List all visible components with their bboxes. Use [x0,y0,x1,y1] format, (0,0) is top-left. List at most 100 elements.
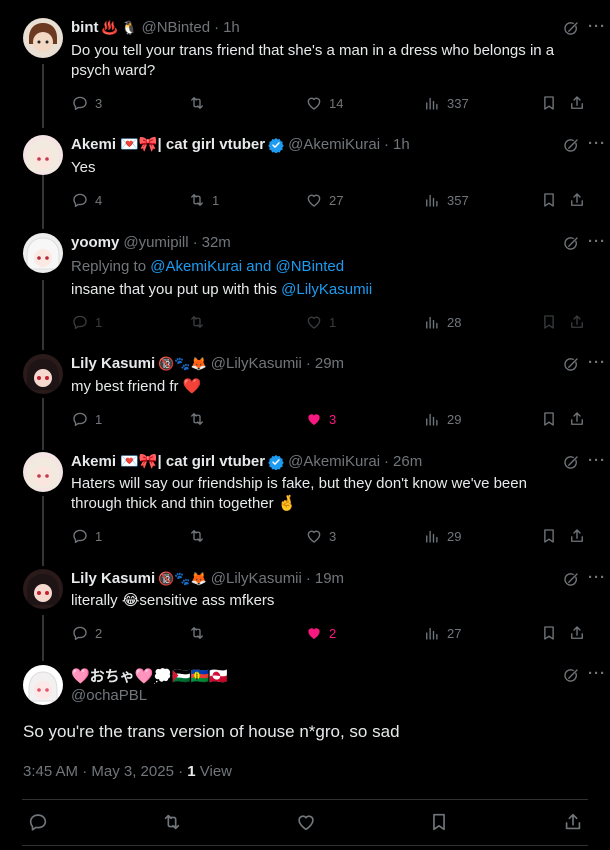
bookmark-button[interactable] [540,624,558,642]
repost-button[interactable] [188,313,212,331]
share-button[interactable] [568,527,586,545]
reply-button[interactable]: 1 [71,527,102,545]
reply-button[interactable]: 1 [71,313,102,331]
display-name[interactable]: Akemi 💌🎀| cat girl vtuber [71,135,265,155]
thread-line [42,280,44,350]
reply-icon [71,191,89,209]
grok-icon[interactable] [562,137,580,155]
reply-icon [71,527,89,545]
avatar[interactable] [23,18,63,58]
post-timestamp[interactable]: 3:45 AM · May 3, 2025 · [23,763,183,780]
tweet-text: Yes [71,159,96,176]
share-button[interactable] [562,811,584,833]
display-name[interactable]: bint [71,18,99,38]
bookmark-button[interactable] [540,410,558,428]
like-button[interactable]: 27 [305,191,343,209]
timestamp[interactable]: 26m [393,452,422,472]
reply-button[interactable]: 2 [71,624,102,642]
mention-link[interactable]: @LilyKasumii [281,281,372,298]
more-icon[interactable]: ··· [588,665,606,682]
verified-badge-icon[interactable] [268,454,284,470]
grok-icon[interactable] [562,20,580,38]
bookmark-button[interactable] [540,94,558,112]
timestamp[interactable]: 32m [202,233,231,253]
avatar[interactable] [23,665,63,705]
share-button[interactable] [568,313,586,331]
more-icon[interactable]: ··· [588,354,606,371]
reply-button[interactable]: 4 [71,191,102,209]
views-button[interactable]: 28 [423,313,461,331]
repost-icon [188,191,206,209]
avatar[interactable] [23,233,63,273]
like-button[interactable]: 3 [305,410,336,428]
handle[interactable]: @LilyKasumii [211,569,302,589]
views-button[interactable]: 29 [423,527,461,545]
display-name[interactable]: Akemi 💌🎀| cat girl vtuber [71,452,265,472]
tweet-header: Lily Kasumi 🔞🐾🦊 @LilyKasumii · 19m [71,569,344,589]
bookmark-button[interactable] [540,191,558,209]
timestamp[interactable]: 29m [315,354,344,374]
tweet-header: Lily Kasumi 🔞🐾🦊 @LilyKasumii · 29m [71,354,344,374]
like-button[interactable]: 1 [305,313,336,331]
views-button[interactable]: 29 [423,410,461,428]
verified-badge-icon[interactable] [268,137,284,153]
reply-button[interactable]: 1 [71,410,102,428]
repost-button[interactable] [188,527,212,545]
views-button[interactable]: 337 [423,94,469,112]
reply-count: 4 [95,192,103,208]
share-icon [568,624,586,642]
repost-button[interactable]: 1 [188,191,219,209]
like-button[interactable]: 3 [305,527,336,545]
grok-icon[interactable] [562,667,580,685]
grok-icon[interactable] [562,356,580,374]
share-button[interactable] [568,624,586,642]
handle[interactable]: @yumipill [123,233,188,253]
bookmark-button[interactable] [540,313,558,331]
views-button[interactable]: 27 [423,624,461,642]
repost-button[interactable] [161,811,183,833]
repost-button[interactable] [188,410,212,428]
display-name[interactable]: Lily Kasumi [71,354,155,374]
grok-icon[interactable] [562,454,580,472]
bookmark-button[interactable] [428,811,450,833]
share-button[interactable] [568,191,586,209]
name-emoji: 🔞🐾🦊 [158,356,207,371]
share-button[interactable] [568,94,586,112]
grok-icon[interactable] [562,571,580,589]
reply-button[interactable]: 3 [71,94,102,112]
handle[interactable]: @ochaPBL [71,687,147,704]
like-button[interactable]: 2 [305,624,336,642]
repost-button[interactable] [188,624,212,642]
bookmark-button[interactable] [540,527,558,545]
handle[interactable]: @AkemiKurai [288,452,380,472]
timestamp[interactable]: 19m [315,569,344,589]
more-icon[interactable]: ··· [588,135,606,152]
reply-count: 1 [95,528,103,544]
more-icon[interactable]: ··· [588,18,606,35]
share-icon [568,410,586,428]
reply-button[interactable] [27,811,49,833]
views-icon [423,527,441,545]
handle[interactable]: @LilyKasumii [211,354,302,374]
display-name[interactable]: yoomy [71,233,119,253]
grok-icon[interactable] [562,235,580,253]
more-icon[interactable]: ··· [588,233,606,250]
share-button[interactable] [568,410,586,428]
timestamp[interactable]: 1h [223,18,240,38]
avatar[interactable] [23,452,63,492]
like-button[interactable] [295,811,317,833]
more-icon[interactable]: ··· [588,452,606,469]
display-name[interactable]: 🩷おちゃ🩷💭🇵🇸🇳🇨🇬🇱 [71,665,228,686]
replying-mentions[interactable]: @AkemiKurai and @NBinted [150,258,344,275]
avatar[interactable] [23,354,63,394]
like-button[interactable]: 14 [305,94,343,112]
handle[interactable]: @AkemiKurai [288,135,380,155]
timestamp[interactable]: 1h [393,135,410,155]
avatar[interactable] [23,569,63,609]
more-icon[interactable]: ··· [588,569,606,586]
handle[interactable]: @NBinted [142,18,211,38]
display-name[interactable]: Lily Kasumi [71,569,155,589]
views-button[interactable]: 357 [423,191,469,209]
repost-button[interactable] [188,94,212,112]
avatar[interactable] [23,135,63,175]
